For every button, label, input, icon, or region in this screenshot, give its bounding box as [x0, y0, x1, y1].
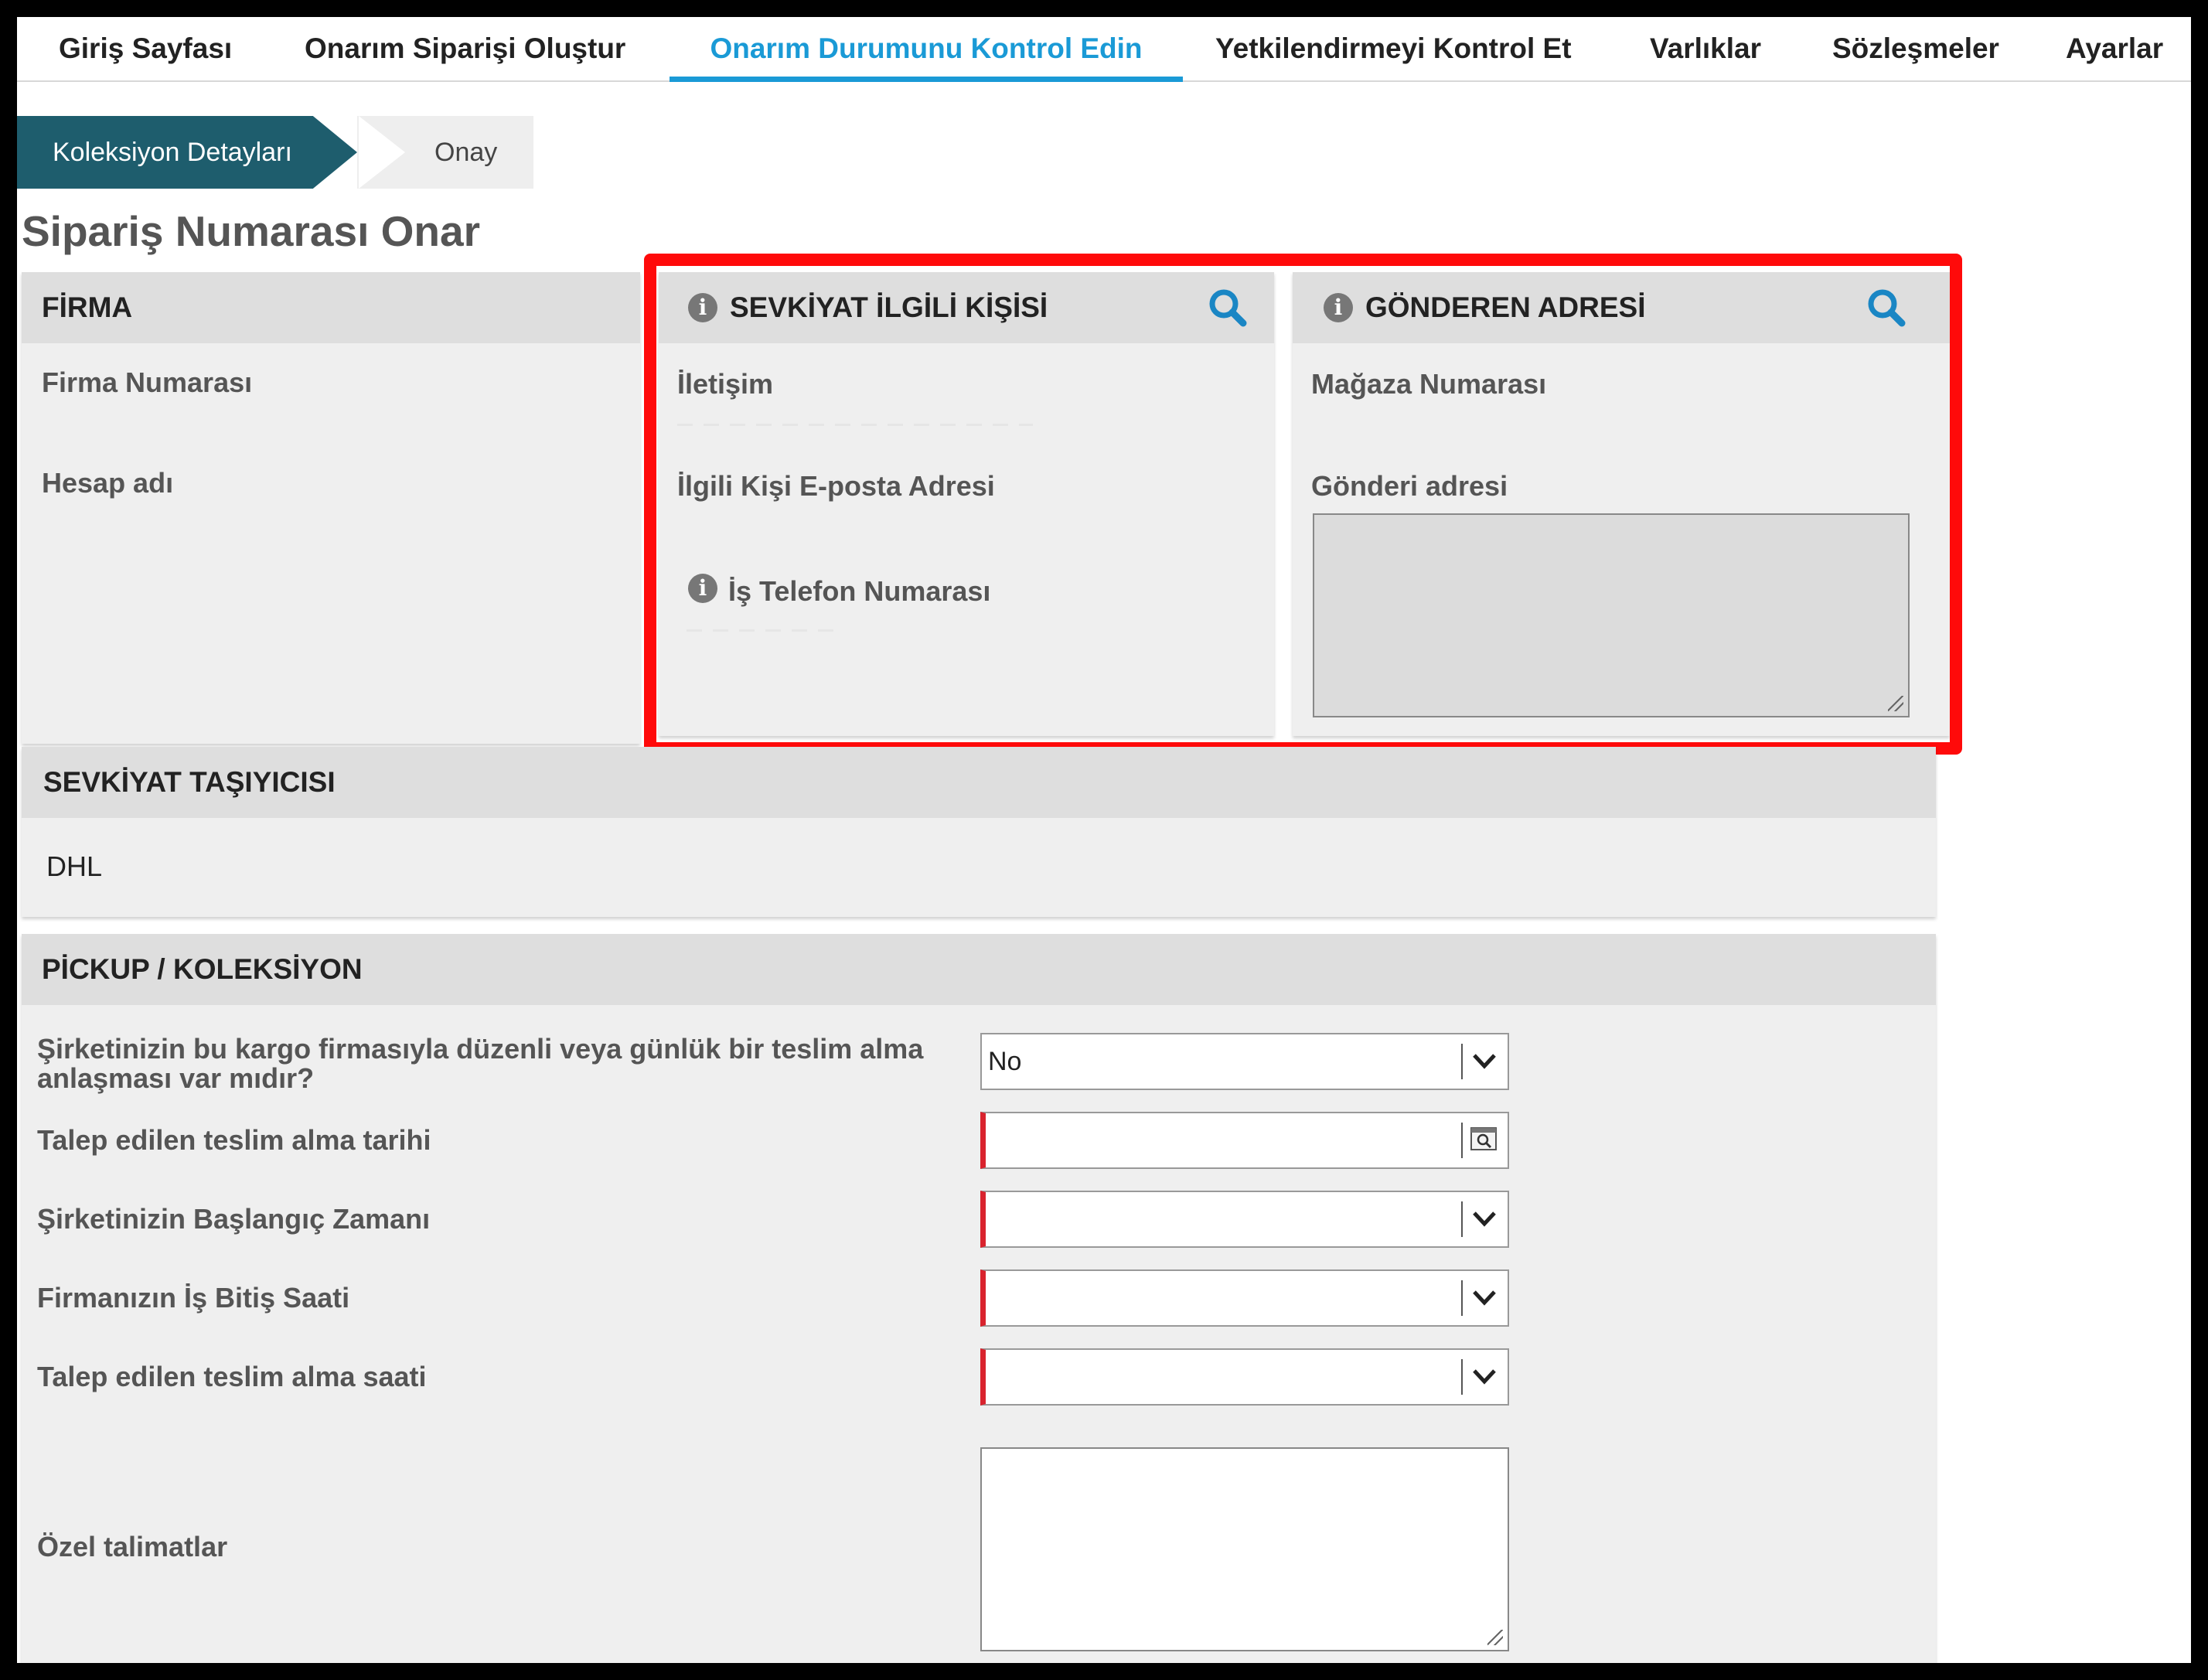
select-separator	[1461, 1201, 1463, 1237]
tasiyici-panel: SEVKİYAT TAŞIYICISI DHL	[22, 747, 1936, 917]
pickup-title: PİCKUP / KOLEKSİYON	[42, 953, 363, 985]
pickup-time-label: Talep edilen teslim alma saati	[37, 1361, 427, 1392]
page-title: Sipariş Numarası Onar	[22, 207, 481, 255]
chevron-down-icon[interactable]	[1470, 1362, 1498, 1390]
pickup-panel: PİCKUP / KOLEKSİYON Şirketinizin bu karg…	[22, 934, 1936, 1663]
agreement-label: Şirketinizin bu kargo firmasıyla düzenli…	[37, 1033, 924, 1094]
tab-yetkilendirmeyi-kontrol-et[interactable]: Yetkilendirmeyi Kontrol Et	[1215, 17, 1572, 80]
start-time-select[interactable]	[980, 1191, 1509, 1248]
agreement-select[interactable]: No	[980, 1033, 1509, 1090]
tab-varliklar[interactable]: Varlıklar	[1650, 17, 1761, 80]
notes-label: Özel talimatlar	[37, 1531, 228, 1562]
tab-onarim-durumunu-kontrol-edin[interactable]: Onarım Durumunu Kontrol Edin	[670, 17, 1183, 82]
firma-panel-title: FİRMA	[42, 291, 133, 323]
chevron-down-icon[interactable]	[1470, 1283, 1498, 1311]
hesap-adi-label: Hesap adı	[42, 467, 174, 499]
start-time-label: Şirketinizin Başlangıç Zamanı	[37, 1203, 431, 1235]
pickup-date-input[interactable]	[980, 1112, 1509, 1169]
resize-handle[interactable]	[1487, 1630, 1503, 1645]
firma-numarasi-label: Firma Numarası	[42, 366, 253, 398]
input-separator	[1461, 1123, 1463, 1158]
tab-onarim-siparisi-olustur[interactable]: Onarım Siparişi Oluştur	[305, 17, 625, 80]
pickup-header: PİCKUP / KOLEKSİYON	[22, 934, 1936, 1005]
tasiyici-title: SEVKİYAT TAŞIYICISI	[43, 766, 336, 798]
tasiyici-header: SEVKİYAT TAŞIYICISI	[22, 747, 1936, 818]
tasiyici-value: DHL	[46, 850, 103, 882]
chevron-down-icon[interactable]	[1470, 1205, 1498, 1232]
end-time-label: Firmanızın İş Bitiş Saati	[37, 1282, 350, 1314]
tab-ayarlar[interactable]: Ayarlar	[2066, 17, 2163, 80]
pickup-date-label: Talep edilen teslim alma tarihi	[37, 1124, 431, 1156]
notes-textarea[interactable]	[980, 1447, 1509, 1651]
select-separator	[1461, 1044, 1463, 1079]
tab-giris-sayfasi[interactable]: Giriş Sayfası	[59, 17, 232, 80]
calendar-search-icon[interactable]	[1469, 1124, 1498, 1154]
select-separator	[1461, 1359, 1463, 1395]
tab-sozlesmeler[interactable]: Sözleşmeler	[1832, 17, 1999, 80]
select-separator	[1461, 1280, 1463, 1316]
chevron-down-icon[interactable]	[1470, 1047, 1498, 1075]
agreement-value: No	[988, 1047, 1022, 1076]
firma-panel: FİRMA Firma Numarası Hesap adı	[22, 272, 640, 744]
highlight-box	[644, 254, 1962, 755]
step-koleksiyon-detaylari: Koleksiyon Detayları	[17, 116, 357, 189]
firma-panel-header: FİRMA	[22, 272, 640, 343]
pickup-time-select[interactable]	[980, 1348, 1509, 1406]
end-time-select[interactable]	[980, 1269, 1509, 1327]
top-nav: Giriş Sayfası Onarım Siparişi Oluştur On…	[17, 17, 2191, 82]
